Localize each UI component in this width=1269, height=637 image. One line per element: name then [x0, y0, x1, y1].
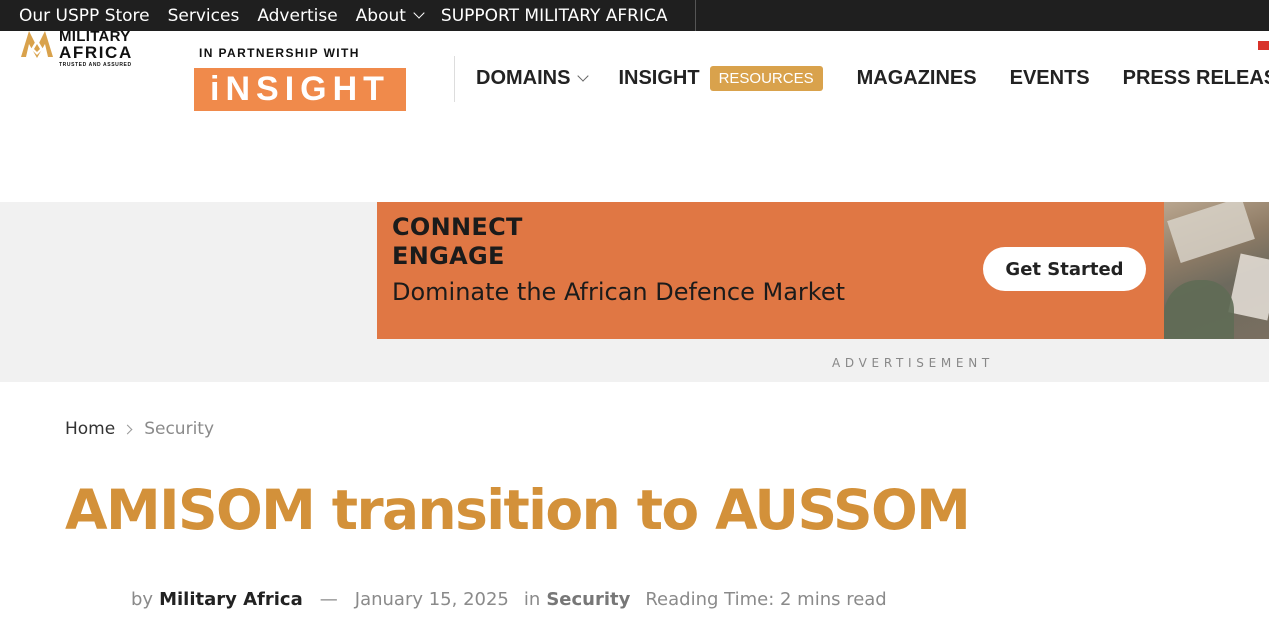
nav-domains[interactable]: DOMAINS	[476, 67, 590, 90]
meta-in: in	[523, 589, 541, 610]
meta-dash: —	[319, 589, 338, 610]
nav-magazines[interactable]: MAGAZINES	[857, 67, 977, 90]
top-bar-divider	[695, 0, 696, 31]
nav-insight-label: INSIGHT	[618, 67, 700, 89]
top-bar: Our USPP Store Services Advertise About …	[0, 0, 1269, 31]
nav-domains-label: DOMAINS	[476, 67, 571, 89]
chevron-right-icon	[122, 424, 133, 434]
nav-events[interactable]: EVENTS	[1010, 67, 1090, 90]
nav-press-release[interactable]: PRESS RELEASE	[1123, 67, 1269, 90]
ad-headline: CONNECT ENGAGE	[392, 213, 523, 271]
top-link-services[interactable]: Services	[168, 6, 240, 26]
meta-by: by	[131, 589, 154, 610]
ad-photo	[1164, 202, 1269, 339]
notification-flag-icon	[1258, 41, 1269, 50]
about-label: About	[355, 5, 406, 26]
resources-badge[interactable]: RESOURCES	[709, 66, 823, 91]
ad-tagline: Dominate the African Defence Market	[392, 278, 845, 306]
chevron-down-icon	[413, 7, 425, 19]
nav-insight[interactable]: INSIGHT RESOURCES	[618, 66, 823, 91]
ad-line2: ENGAGE	[392, 242, 505, 270]
advertisement-label: ADVERTISEMENT	[832, 356, 994, 370]
insight-logo[interactable]: iNSIGHT	[194, 68, 406, 111]
breadcrumb: Home Security	[65, 419, 214, 439]
meta-author[interactable]: Military Africa	[159, 589, 303, 610]
ad-line1: CONNECT	[392, 213, 523, 241]
top-link-store[interactable]: Our USPP Store	[19, 6, 150, 26]
chevron-down-icon	[577, 70, 590, 82]
main-nav: DOMAINS INSIGHT RESOURCES MAGAZINES EVEN…	[476, 66, 1269, 91]
site-logo[interactable]: MILITARY AFRICA TRUSTED AND ASSURED	[19, 27, 141, 69]
header-divider	[454, 56, 455, 102]
logo-tagline: TRUSTED AND ASSURED	[59, 62, 132, 68]
meta-reading-time: Reading Time: 2 mins read	[645, 589, 887, 610]
get-started-button[interactable]: Get Started	[983, 247, 1146, 291]
article-meta: by Military Africa — January 15, 2025 in…	[131, 589, 887, 610]
top-link-advertise[interactable]: Advertise	[257, 6, 337, 26]
breadcrumb-current[interactable]: Security	[144, 419, 214, 439]
military-africa-mark-icon	[21, 31, 53, 58]
meta-category[interactable]: Security	[546, 589, 630, 610]
article-title: AMISOM transition to AUSSOM	[65, 478, 971, 542]
top-link-support[interactable]: SUPPORT MILITARY AFRICA	[441, 6, 668, 26]
breadcrumb-home[interactable]: Home	[65, 419, 115, 439]
top-link-about[interactable]: About	[355, 5, 425, 26]
advertisement-banner[interactable]: CONNECT ENGAGE Dominate the African Defe…	[377, 202, 1269, 339]
meta-date: January 15, 2025	[354, 589, 509, 610]
partnership-label: IN PARTNERSHIP WITH	[199, 46, 360, 60]
logo-line2: AFRICA	[59, 43, 133, 62]
